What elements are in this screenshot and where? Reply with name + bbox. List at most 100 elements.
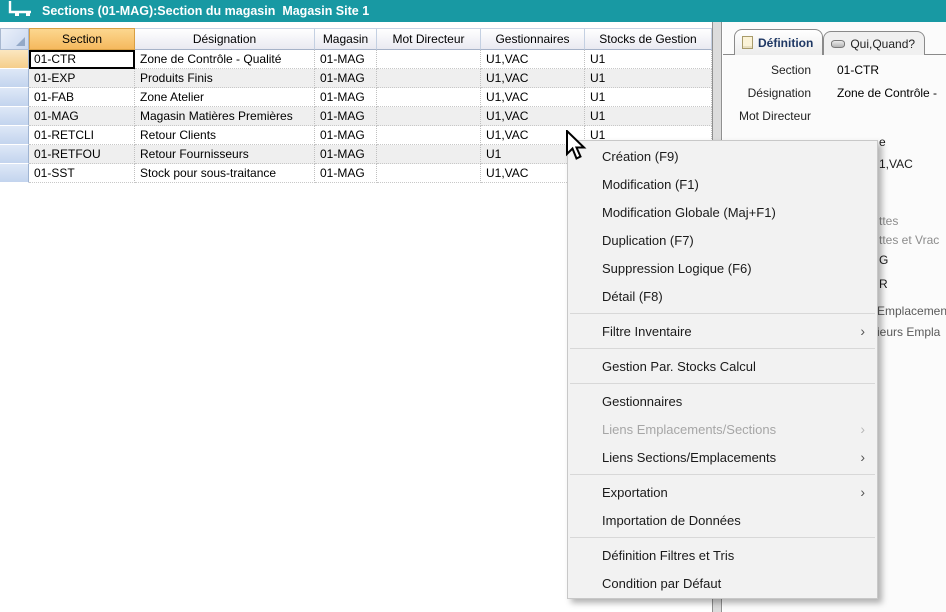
occluded-text-fragment: G [879, 254, 888, 267]
field-mot-directeur: Mot Directeur [723, 104, 946, 127]
cell-designation[interactable]: Retour Clients [135, 126, 315, 145]
detail-panel-tabs: Définition Qui,Quand? [734, 29, 925, 55]
menu-item-modification-globale[interactable]: Modification Globale (Maj+F1) [568, 198, 877, 226]
menu-separator [570, 348, 875, 349]
row-selector[interactable] [0, 88, 29, 107]
table-row: 01-CTR Zone de Contrôle - Qualité 01-MAG… [0, 50, 712, 69]
cell-section[interactable]: 01-EXP [29, 69, 135, 88]
menu-separator [570, 383, 875, 384]
cell-section[interactable]: 01-RETCLI [29, 126, 135, 145]
definition-fields: Section 01-CTR Désignation Zone de Contr… [723, 55, 946, 127]
column-header-magasin[interactable]: Magasin [315, 28, 377, 50]
cell-magasin[interactable]: 01-MAG [315, 69, 377, 88]
cell-designation[interactable]: Produits Finis [135, 69, 315, 88]
menu-item-liens-sections-emplacements[interactable]: Liens Sections/Emplacements› [568, 443, 877, 471]
cell-section[interactable]: 01-FAB [29, 88, 135, 107]
cell-stocks-de-gestion[interactable]: U1 [585, 88, 712, 107]
field-mot-directeur-label: Mot Directeur [723, 109, 811, 123]
cell-gestionnaires[interactable]: U1,VAC [481, 88, 585, 107]
tab-definition[interactable]: Définition [734, 29, 823, 55]
occluded-text-fragment: e [879, 136, 886, 149]
cell-section[interactable]: 01-RETFOU [29, 145, 135, 164]
cell-magasin[interactable]: 01-MAG [315, 88, 377, 107]
menu-item-duplication[interactable]: Duplication (F7) [568, 226, 877, 254]
cell-section[interactable]: 01-SST [29, 164, 135, 183]
column-header-designation[interactable]: Désignation [135, 28, 315, 50]
cell-magasin[interactable]: 01-MAG [315, 145, 377, 164]
cell-mot-directeur[interactable] [377, 164, 481, 183]
menu-item-condition-par-defaut[interactable]: Condition par Défaut [568, 569, 877, 597]
menu-item-suppression-logique[interactable]: Suppression Logique (F6) [568, 254, 877, 282]
cell-stocks-de-gestion[interactable]: U1 [585, 69, 712, 88]
column-header-stocks-de-gestion[interactable]: Stocks de Gestion [585, 28, 712, 50]
cell-designation[interactable]: Zone Atelier [135, 88, 315, 107]
cell-gestionnaires[interactable]: U1,VAC [481, 50, 585, 69]
occluded-text-fragment: 1,VAC [879, 158, 913, 171]
cell-designation[interactable]: Magasin Matières Premières [135, 107, 315, 126]
cell-mot-directeur[interactable] [377, 88, 481, 107]
table-row: 01-FAB Zone Atelier 01-MAG U1,VAC U1 [0, 88, 712, 107]
row-selector[interactable] [0, 164, 29, 183]
field-designation-value: Zone de Contrôle - [837, 86, 937, 100]
cell-mot-directeur[interactable] [377, 50, 481, 69]
cell-mot-directeur[interactable] [377, 145, 481, 164]
occluded-text-fragment: R [879, 278, 888, 291]
cell-stocks-de-gestion[interactable]: U1 [585, 50, 712, 69]
cell-section[interactable]: 01-MAG [29, 107, 135, 126]
column-header-mot-directeur[interactable]: Mot Directeur [377, 28, 481, 50]
window-title-bar: Sections (01-MAG):Section du magasin Mag… [0, 0, 946, 22]
column-header-section[interactable]: Section [29, 28, 135, 50]
menu-separator [570, 537, 875, 538]
menu-item-filtre-inventaire[interactable]: Filtre Inventaire› [568, 317, 877, 345]
cell-magasin[interactable]: 01-MAG [315, 50, 377, 69]
field-section-value: 01-CTR [837, 63, 879, 77]
tab-qui-quand-label: Qui,Quand? [850, 37, 915, 51]
cell-designation[interactable]: Retour Fournisseurs [135, 145, 315, 164]
menu-item-definition-filtres-et-tris[interactable]: Définition Filtres et Tris [568, 541, 877, 569]
mouse-icon [831, 40, 845, 48]
menu-item-importation-de-donnees[interactable]: Importation de Données [568, 506, 877, 534]
menu-item-creation[interactable]: Création (F9) [568, 142, 877, 170]
cell-magasin[interactable]: 01-MAG [315, 126, 377, 145]
cell-designation[interactable]: Stock pour sous-traitance [135, 164, 315, 183]
cell-mot-directeur[interactable] [377, 69, 481, 88]
corner-triangle-icon [16, 37, 25, 46]
context-menu: Création (F9) Modification (F1) Modifica… [567, 140, 878, 599]
table-row: 01-MAG Magasin Matières Premières 01-MAG… [0, 107, 712, 126]
row-selector[interactable] [0, 145, 29, 164]
cell-designation[interactable]: Zone de Contrôle - Qualité [135, 50, 315, 69]
row-selector[interactable] [0, 69, 29, 88]
cell-section[interactable]: 01-CTR [29, 50, 135, 69]
occluded-text-fragment: ttes [879, 215, 898, 228]
field-section-label: Section [723, 63, 811, 77]
menu-item-gestionnaires[interactable]: Gestionnaires [568, 387, 877, 415]
window-title: Sections (01-MAG):Section du magasin Mag… [42, 4, 369, 18]
cell-gestionnaires[interactable]: U1,VAC [481, 69, 585, 88]
cell-magasin[interactable]: 01-MAG [315, 107, 377, 126]
cell-stocks-de-gestion[interactable]: U1 [585, 107, 712, 126]
menu-separator [570, 313, 875, 314]
column-header-gestionnaires[interactable]: Gestionnaires [481, 28, 585, 50]
note-icon [742, 36, 753, 49]
hand-truck-icon[interactable] [7, 0, 33, 22]
row-selector[interactable] [0, 107, 29, 126]
submenu-arrow-icon: › [860, 484, 865, 500]
occluded-text-fragment: Emplacemen [877, 305, 946, 318]
cell-magasin[interactable]: 01-MAG [315, 164, 377, 183]
menu-item-detail[interactable]: Détail (F8) [568, 282, 877, 310]
tab-qui-quand[interactable]: Qui,Quand? [823, 31, 925, 55]
row-selector[interactable] [0, 50, 29, 69]
menu-item-exportation[interactable]: Exportation› [568, 478, 877, 506]
cell-mot-directeur[interactable] [377, 126, 481, 145]
cell-gestionnaires[interactable]: U1,VAC [481, 107, 585, 126]
menu-item-modification[interactable]: Modification (F1) [568, 170, 877, 198]
occluded-text-fragment: ttes et Vrac [879, 234, 939, 247]
menu-item-liens-emplacements-sections: Liens Emplacements/Sections› [568, 415, 877, 443]
row-selector[interactable] [0, 126, 29, 145]
submenu-arrow-icon: › [860, 421, 865, 437]
cell-mot-directeur[interactable] [377, 107, 481, 126]
select-all-corner[interactable] [0, 28, 29, 50]
menu-item-gestion-par-stocks-calcul[interactable]: Gestion Par. Stocks Calcul [568, 352, 877, 380]
table-row: 01-EXP Produits Finis 01-MAG U1,VAC U1 [0, 69, 712, 88]
menu-separator [570, 474, 875, 475]
